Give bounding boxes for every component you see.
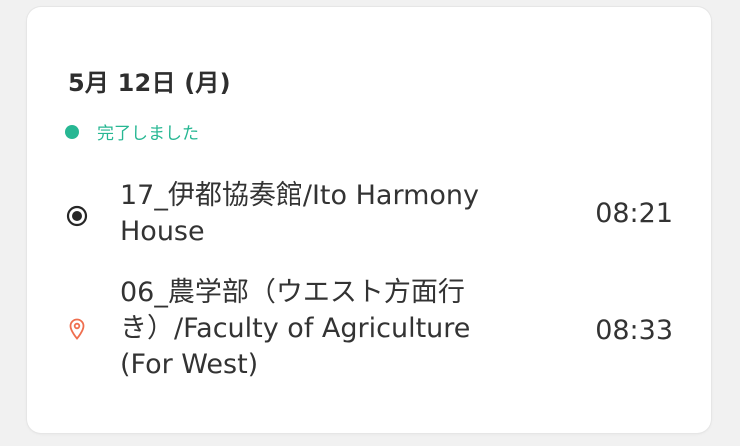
origin-stop: 17_伊都協奏館/Ito Harmony House 08:21 bbox=[27, 178, 711, 254]
destination-stop-name-line-2: き）/Faculty of Agriculture bbox=[120, 313, 471, 344]
trip-status: 完了しました bbox=[65, 119, 199, 144]
destination-stop-name-line-3: (For West) bbox=[120, 349, 259, 380]
destination-time: 08:33 bbox=[595, 315, 673, 346]
destination-stop-name-line-1: 06_農学部（ウエスト方面行 bbox=[120, 277, 465, 308]
destination-stop: 06_農学部（ウエスト方面行 き）/Faculty of Agriculture… bbox=[27, 275, 711, 387]
origin-stop-name-line-2: House bbox=[120, 216, 205, 247]
origin-stop-name: 17_伊都協奏館/Ito Harmony House bbox=[120, 178, 479, 250]
status-dot-icon bbox=[65, 124, 79, 139]
trip-card[interactable]: 5月 12日 (月) 完了しました 17_伊都協奏館/Ito Harmony H… bbox=[27, 7, 711, 433]
origin-stop-name-line-1: 17_伊都協奏館/Ito Harmony bbox=[120, 180, 479, 211]
trip-date: 5月 12日 (月) bbox=[68, 69, 231, 97]
status-label: 完了しました bbox=[97, 124, 199, 144]
radio-target-icon bbox=[66, 205, 88, 227]
map-pin-icon bbox=[69, 318, 85, 340]
destination-stop-name: 06_農学部（ウエスト方面行 き）/Faculty of Agriculture… bbox=[120, 275, 470, 383]
origin-time: 08:21 bbox=[595, 198, 673, 229]
